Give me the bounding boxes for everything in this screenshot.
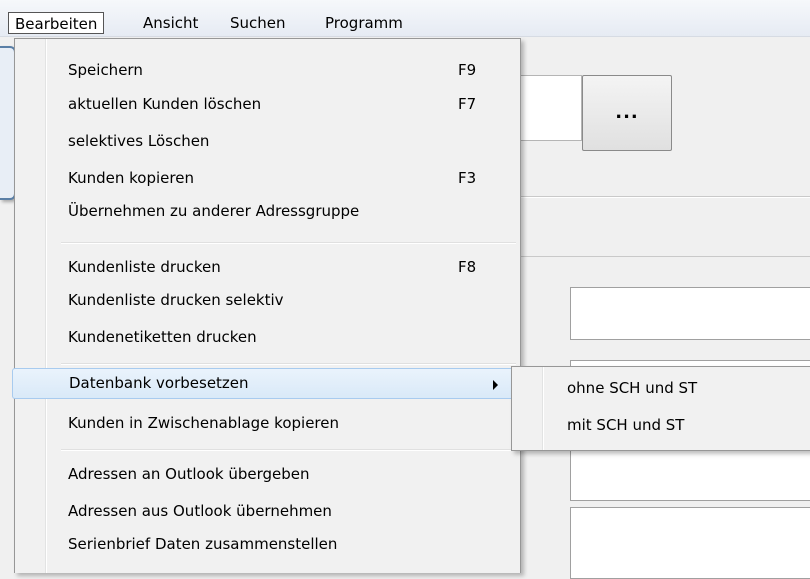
menu-item-label: Übernehmen zu anderer Adressgruppe <box>68 202 360 220</box>
menu-item-label: Adressen an Outlook übergeben <box>68 465 310 483</box>
menu-item-adressen-an-outlook[interactable]: Adressen an Outlook übergeben <box>18 460 516 490</box>
menu-ansicht[interactable]: Ansicht <box>139 12 202 34</box>
menu-bar: Bearbeiten Ansicht Suchen Programm <box>0 0 810 37</box>
datenbank-vorbesetzen-submenu: ohne SCH und ST mit SCH und ST <box>511 366 810 451</box>
menu-item-kundenliste-drucken[interactable]: Kundenliste drucken F8 <box>18 253 516 283</box>
menu-item-serienbrief-daten[interactable]: Serienbrief Daten zusammenstellen <box>18 530 516 560</box>
menu-item-shortcut: F8 <box>458 258 477 276</box>
menu-item-label: Datenbank vorbesetzen <box>69 374 249 392</box>
menu-separator <box>61 449 516 451</box>
menu-item-label: Speichern <box>68 61 143 79</box>
menu-item-label: Kundenliste drucken selektiv <box>68 291 284 309</box>
divider <box>520 197 810 198</box>
background-text-field[interactable] <box>515 75 582 141</box>
input-field[interactable] <box>570 507 810 579</box>
divider <box>520 256 810 257</box>
menu-item-selektives-loeschen[interactable]: selektives Löschen <box>18 127 516 157</box>
submenu-item-mit-sch-st[interactable]: mit SCH und ST <box>567 416 684 434</box>
menu-item-kunden-loeschen[interactable]: aktuellen Kunden löschen F7 <box>18 90 516 120</box>
menu-item-label: Serienbrief Daten zusammenstellen <box>68 535 338 553</box>
menu-item-kundenliste-selektiv[interactable]: Kundenliste drucken selektiv <box>18 286 516 316</box>
menu-item-kundenetiketten-drucken[interactable]: Kundenetiketten drucken <box>18 323 516 353</box>
menu-item-label: Kundenetiketten drucken <box>68 328 257 346</box>
menu-item-shortcut: F3 <box>458 169 477 187</box>
menu-item-label: Kunden in Zwischenablage kopieren <box>68 414 339 432</box>
menu-item-label: selektives Löschen <box>68 132 210 150</box>
menu-programm[interactable]: Programm <box>321 12 407 34</box>
menu-item-shortcut: F7 <box>458 95 477 113</box>
menu-item-zwischenablage-kopieren[interactable]: Kunden in Zwischenablage kopieren <box>18 409 516 439</box>
menu-item-speichern[interactable]: Speichern F9 <box>18 56 516 86</box>
menu-item-label: aktuellen Kunden löschen <box>68 95 262 113</box>
browse-button[interactable]: ... <box>582 75 672 151</box>
menu-item-uebernehmen-adressgruppe[interactable]: Übernehmen zu anderer Adressgruppe <box>18 197 516 227</box>
menu-item-kunden-kopieren[interactable]: Kunden kopieren F3 <box>18 164 516 194</box>
menu-separator <box>61 363 516 365</box>
menu-item-shortcut: F9 <box>458 61 477 79</box>
menu-gutter <box>543 367 544 450</box>
bearbeiten-dropdown-menu: Speichern F9 aktuellen Kunden löschen F7… <box>12 38 521 573</box>
menu-item-adressen-aus-outlook[interactable]: Adressen aus Outlook übernehmen <box>18 497 516 527</box>
menu-bearbeiten[interactable]: Bearbeiten <box>8 12 105 34</box>
menu-item-label: Adressen aus Outlook übernehmen <box>68 502 332 520</box>
submenu-item-ohne-sch-st[interactable]: ohne SCH und ST <box>567 379 697 397</box>
menu-item-datenbank-vorbesetzen[interactable]: Datenbank vorbesetzen <box>12 368 520 399</box>
input-field[interactable] <box>570 287 810 340</box>
submenu-arrow-icon <box>493 380 498 390</box>
menu-suchen[interactable]: Suchen <box>226 12 290 34</box>
menu-item-label: Kunden kopieren <box>68 169 194 187</box>
menu-separator <box>61 242 516 244</box>
menu-item-label: Kundenliste drucken <box>68 258 221 276</box>
input-field[interactable] <box>570 449 810 501</box>
